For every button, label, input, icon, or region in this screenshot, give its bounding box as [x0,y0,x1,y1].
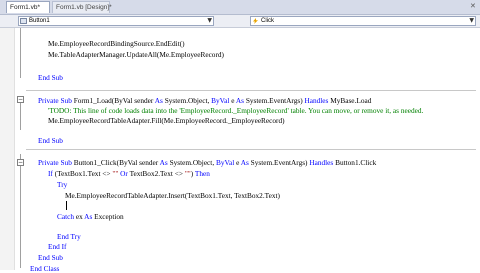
code-token: Then [194,169,210,178]
code-token: End Sub [38,136,63,145]
code-token: Button1.Click [335,158,377,167]
event-lightning-icon [253,18,258,24]
code-token: (TextBox1.Text <> [54,169,113,178]
editor-left-margin [0,28,15,270]
event-dropdown-value: Click [261,18,274,24]
code-token: End Sub [38,253,63,262]
code-line: End Sub [38,73,63,82]
code-token: End If [48,242,67,251]
code-token: As [154,96,165,105]
code-token: Catch [57,212,76,221]
tab-label: Form1.vb [Design]* [56,4,112,11]
code-line: Catch ex As Exception [57,212,124,221]
object-dropdown-value: Button1 [29,18,50,24]
code-token: End Sub [38,73,63,82]
code-token: System.EventArgs) [250,158,310,167]
tab-form1-design[interactable]: Form1.vb [Design]* [52,1,112,13]
button-control-icon [20,18,27,24]
collapse-toggle[interactable]: − [17,159,24,166]
code-line: Me.EmployeeRecordTableAdapter.Fill(Me.Em… [48,116,285,125]
code-token: Form1_Load(ByVal sender [73,96,155,105]
code-token: 'TODO: This line of code loads data into… [48,106,424,115]
code-token: Or [120,169,130,178]
outline-guide [20,154,21,268]
code-token: End Try [57,232,81,241]
object-dropdown[interactable]: Button1 ▼ [18,16,214,26]
code-line: Try [57,180,67,189]
code-token: TextBox2.Text <> [129,169,185,178]
code-token: MyBase.Load [330,96,372,105]
code-editor[interactable]: − − Me.EmployeeRecordBindingSource.EndEd… [0,28,480,273]
code-line: End If [48,242,66,251]
outline-guide [20,28,21,78]
tab-form1-code[interactable]: Form1.vb* [6,1,50,13]
code-token: Me.EmployeeRecordTableAdapter.Fill(Me.Em… [48,116,285,125]
close-icon[interactable]: ✕ [470,2,476,10]
collapse-toggle[interactable]: − [17,96,24,103]
code-token: Button1_Click(ByVal sender [73,158,160,167]
code-line: End Class [30,264,59,273]
procedure-separator [26,149,476,150]
code-token: Try [57,180,68,189]
procedure-separator [26,90,476,91]
code-token: ByVal [215,158,237,167]
code-token: System.Object, [169,158,216,167]
code-token: As [240,158,251,167]
code-token: ex [75,212,85,221]
code-line: Private Sub Button1_Click(ByVal sender A… [38,158,376,167]
code-token: ByVal [211,96,232,105]
code-line: If (TextBox1.Text <> "" Or TextBox2.Text… [48,169,210,178]
code-line: 'TODO: This line of code loads data into… [48,106,423,115]
chevron-down-icon: ▼ [469,17,474,24]
event-dropdown[interactable]: Click ▼ [250,16,476,26]
navigation-dropdown-bar: Button1 ▼ Click ▼ [0,15,480,28]
code-token: Me.EmployeeRecordTableAdapter.Insert(Tex… [65,191,280,200]
code-line: Private Sub Form1_Load(ByVal sender As S… [38,96,371,105]
text-caret [66,201,67,210]
code-line: End Sub [38,253,63,262]
code-token: Private Sub [38,96,74,105]
code-token: Me.TableAdapterManager.UpdateAll(Me.Empl… [48,50,224,59]
code-token: As [84,212,95,221]
code-token: Me.EmployeeRecordBindingSource.EndEdit() [48,39,185,48]
code-line: End Sub [38,136,63,145]
code-line: End Try [57,232,81,241]
code-token: Exception [94,212,124,221]
code-token: Private Sub [38,158,74,167]
code-line: Me.TableAdapterManager.UpdateAll(Me.Empl… [48,50,224,59]
code-line: Me.EmployeeRecordTableAdapter.Insert(Tex… [65,191,280,200]
code-token: System.Object, [164,96,212,105]
code-token: If [48,169,55,178]
code-token: System.EventArgs) [245,96,305,105]
tab-label: Form1.vb* [10,4,40,11]
code-token: As [159,158,170,167]
code-token: As [235,96,246,105]
document-tab-strip: Form1.vb* Form1.vb [Design]* ✕ [0,0,480,15]
code-line: Me.EmployeeRecordBindingSource.EndEdit() [48,39,185,48]
code-token: End Class [30,264,60,273]
code-token: Handles [309,158,336,167]
chevron-down-icon: ▼ [207,17,212,24]
code-token: Handles [304,96,331,105]
